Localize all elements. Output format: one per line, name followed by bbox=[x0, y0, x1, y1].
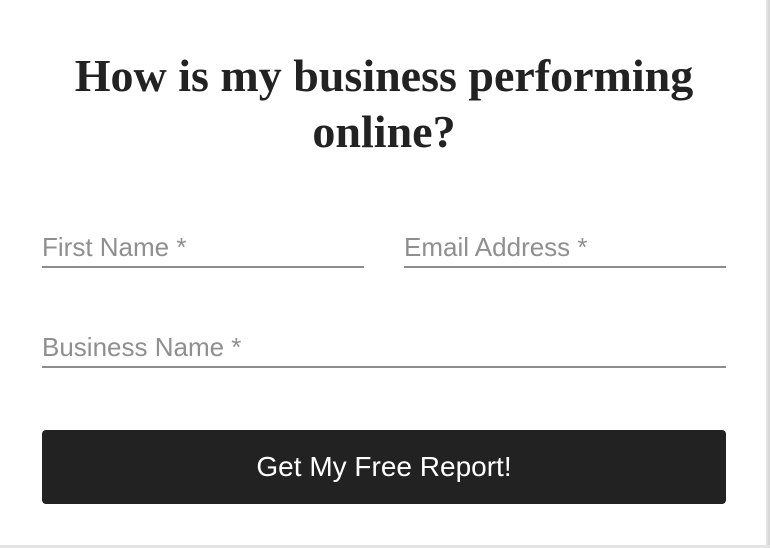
business-name-field[interactable] bbox=[42, 328, 726, 368]
first-name-field[interactable] bbox=[42, 228, 364, 268]
email-address-field[interactable] bbox=[404, 228, 726, 268]
get-free-report-button[interactable]: Get My Free Report! bbox=[42, 430, 726, 504]
scrollbar-edge bbox=[766, 0, 770, 548]
report-form-page: How is my business performing online? Ge… bbox=[0, 0, 770, 548]
form-title: How is my business performing online? bbox=[74, 50, 694, 157]
